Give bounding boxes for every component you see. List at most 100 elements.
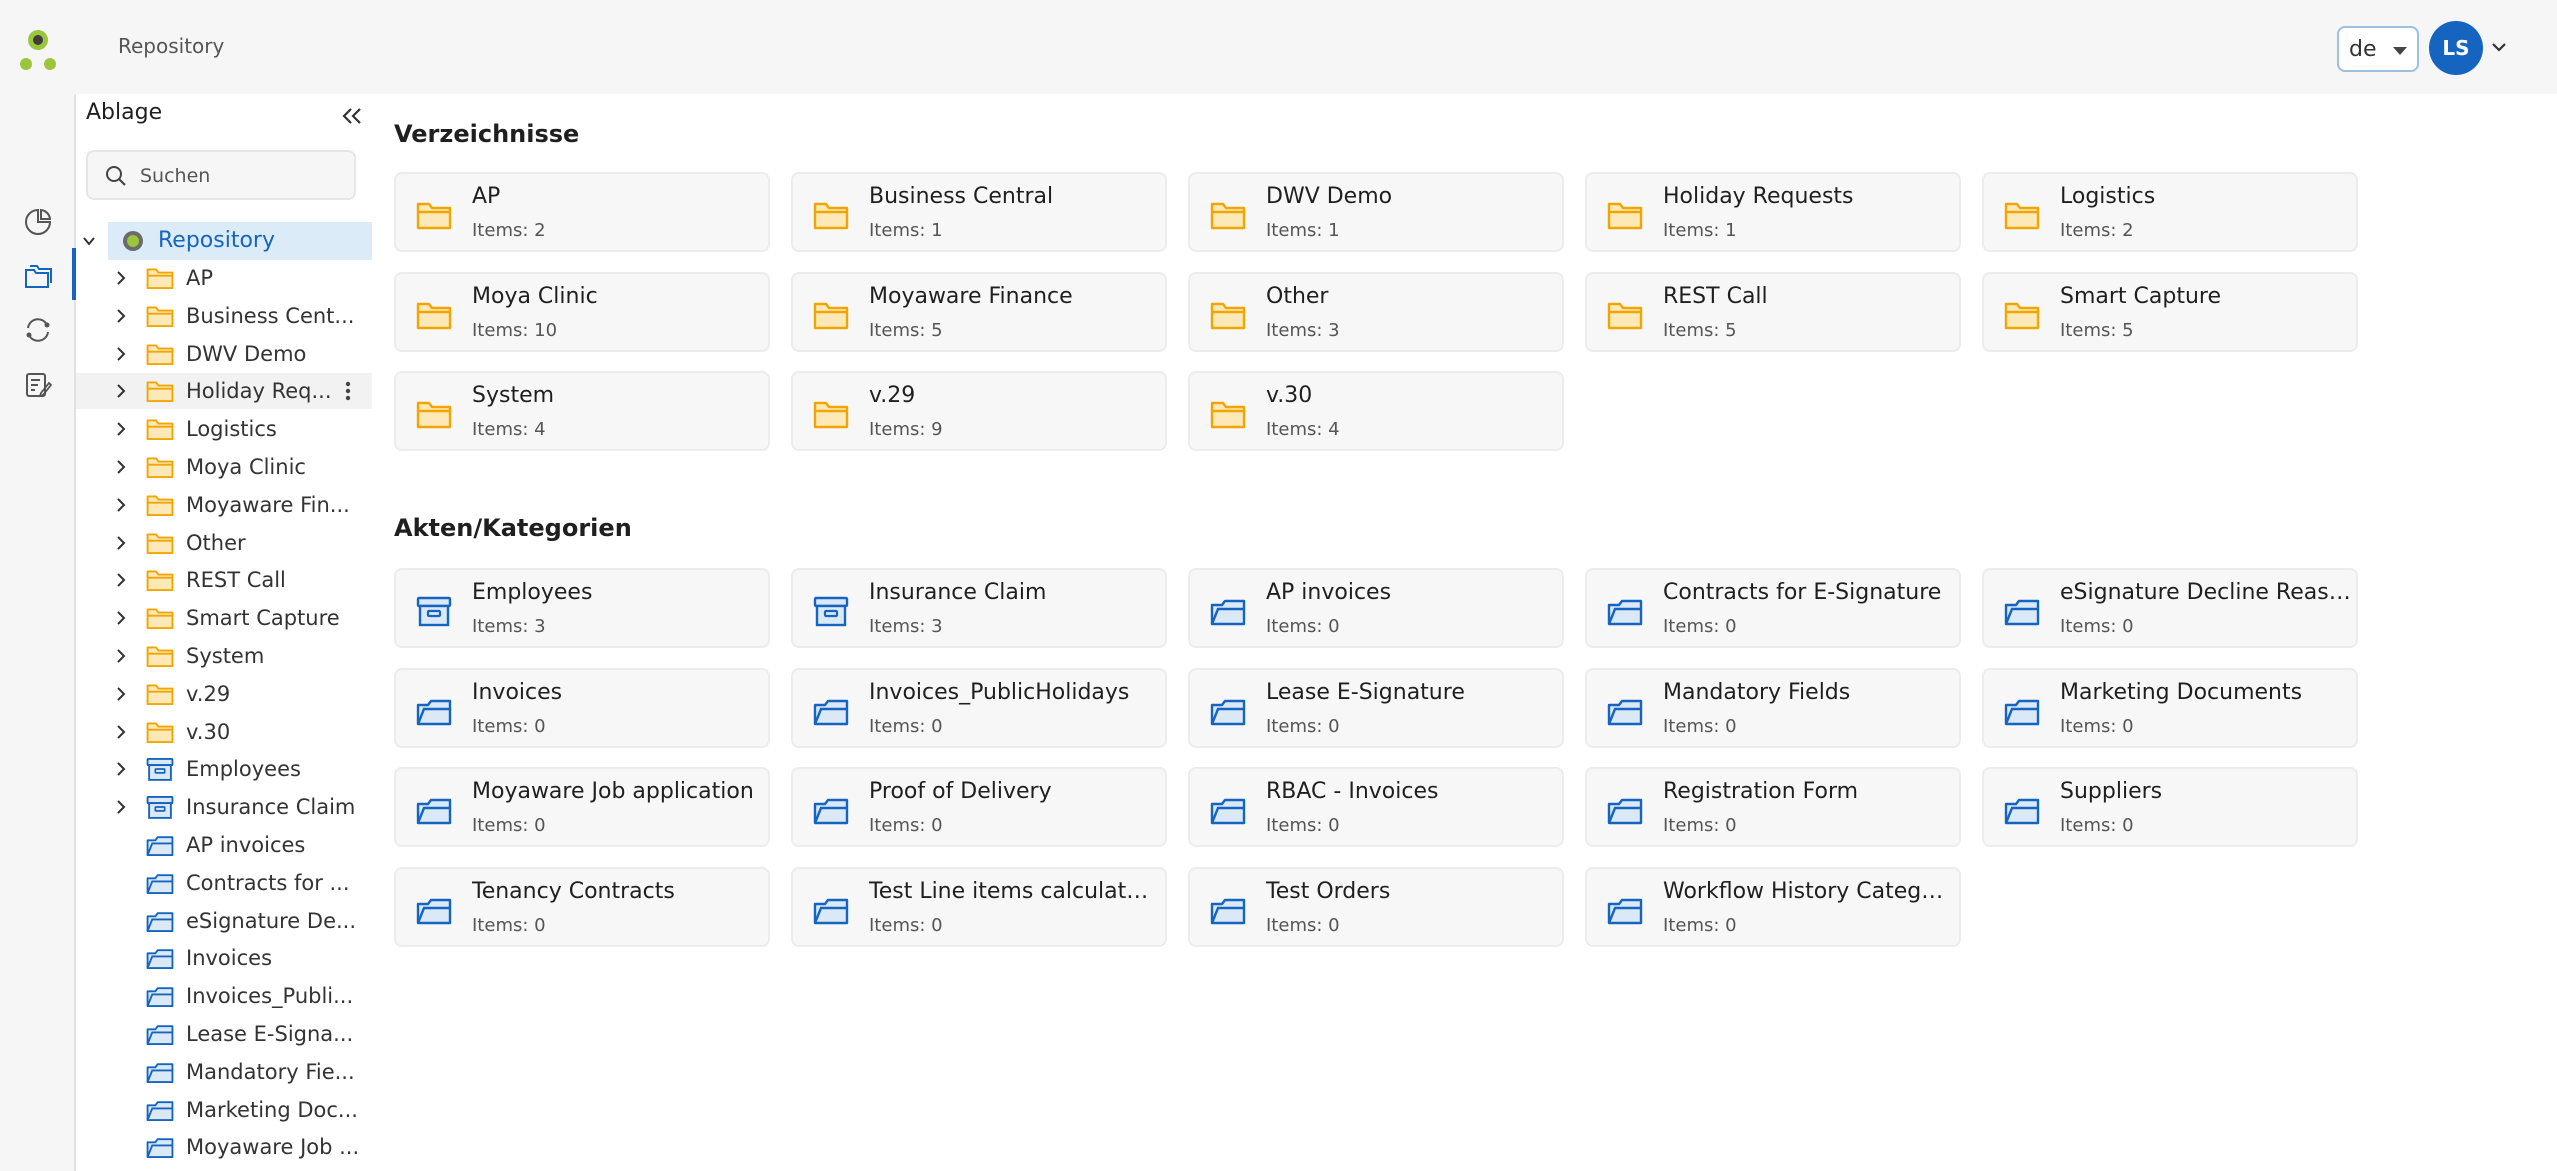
- chevron-right-icon[interactable]: [112, 571, 130, 589]
- tree-node[interactable]: Invoices_Publi...: [76, 978, 372, 1014]
- more-options-icon[interactable]: [334, 377, 362, 405]
- category-card[interactable]: Suppliers Items: 0: [1982, 767, 2358, 847]
- tree-node[interactable]: Other: [76, 525, 372, 561]
- directory-card[interactable]: Other Items: 3: [1188, 271, 1564, 352]
- tree-node-label: Mandatory Fie...: [186, 1059, 355, 1084]
- app-logo[interactable]: [16, 26, 60, 74]
- tree-node[interactable]: Smart Capture: [76, 600, 372, 636]
- tree-node[interactable]: Moyaware Fin...: [76, 487, 372, 523]
- chevron-right-icon[interactable]: [112, 534, 130, 552]
- category-card[interactable]: Marketing Documents Items: 0: [1982, 667, 2358, 748]
- category-card[interactable]: Workflow History Category Items: 0: [1585, 866, 1961, 947]
- chevron-right-icon[interactable]: [112, 609, 130, 627]
- chevron-right-icon[interactable]: [112, 723, 130, 741]
- tree-node[interactable]: System: [76, 638, 372, 674]
- category-card[interactable]: AP invoices Items: 0: [1188, 568, 1564, 648]
- categories-title: Akten/Kategorien: [394, 514, 632, 542]
- card-name: Moya Clinic: [472, 283, 598, 309]
- directory-card[interactable]: DWV Demo Items: 1: [1188, 172, 1564, 252]
- card-item-count: Items: 0: [472, 815, 546, 836]
- user-avatar[interactable]: LS: [2429, 21, 2483, 75]
- tree-node[interactable]: Contracts for ...: [76, 865, 372, 901]
- directory-card[interactable]: Smart Capture Items: 5: [1982, 271, 2358, 352]
- directory-card[interactable]: v.30 Items: 4: [1188, 371, 1564, 451]
- tree-node[interactable]: Logistics: [76, 411, 372, 447]
- tree-node[interactable]: Holiday Req...: [76, 373, 372, 410]
- collapse-panel-icon[interactable]: [338, 102, 366, 130]
- chevron-right-icon[interactable]: [112, 647, 130, 665]
- category-card[interactable]: Insurance Claim Items: 3: [791, 568, 1167, 648]
- chevron-right-icon[interactable]: [112, 345, 130, 363]
- card-item-count: Items: 5: [869, 319, 943, 341]
- tree-node[interactable]: Lease E-Signa...: [76, 1016, 372, 1052]
- language-select[interactable]: de: [2337, 26, 2419, 72]
- category-card[interactable]: Contracts for E-Signature Items: 0: [1585, 568, 1961, 648]
- rail-sync[interactable]: [18, 310, 58, 350]
- tree-node[interactable]: v.29: [76, 676, 372, 712]
- rail-dashboard[interactable]: [18, 202, 58, 242]
- tree-node[interactable]: Insurance Claim: [76, 789, 372, 825]
- card-item-count: Items: 10: [472, 319, 558, 341]
- rail-repository[interactable]: [18, 256, 58, 296]
- directory-card[interactable]: AP Items: 2: [394, 172, 770, 252]
- category-card[interactable]: Registration Form Items: 0: [1585, 767, 1961, 847]
- tree-root-repository[interactable]: Repository: [108, 222, 372, 260]
- tree-search[interactable]: [86, 150, 356, 200]
- directory-card[interactable]: Business Central Items: 1: [791, 172, 1167, 252]
- category-card[interactable]: Mandatory Fields Items: 0: [1585, 667, 1961, 748]
- tree-node[interactable]: Business Cent...: [76, 298, 372, 334]
- category-card[interactable]: Lease E-Signature Items: 0: [1188, 667, 1564, 748]
- category-card[interactable]: eSignature Decline Reason... Items: 0: [1982, 568, 2358, 648]
- chevron-right-icon[interactable]: [112, 760, 130, 778]
- tree-node[interactable]: REST Call: [76, 562, 372, 598]
- folder-icon: [2004, 202, 2040, 230]
- search-input[interactable]: [140, 162, 340, 190]
- tree-node[interactable]: v.30: [76, 714, 372, 750]
- category-card[interactable]: Test Line items calculated ... Items: 0: [791, 866, 1167, 947]
- chevron-right-icon[interactable]: [112, 458, 130, 476]
- chevron-right-icon[interactable]: [112, 382, 130, 400]
- directory-card[interactable]: Moya Clinic Items: 10: [394, 271, 770, 352]
- tree-node-label: Employees: [186, 757, 301, 782]
- chevron-right-icon[interactable]: [112, 420, 130, 438]
- directory-card[interactable]: System Items: 4: [394, 371, 770, 451]
- category-card[interactable]: RBAC - Invoices Items: 0: [1188, 767, 1564, 847]
- category-folder-icon: [813, 798, 849, 825]
- tasks-icon: [26, 373, 53, 398]
- directory-card[interactable]: Holiday Requests Items: 1: [1585, 172, 1961, 252]
- category-card[interactable]: Invoices Items: 0: [394, 667, 770, 748]
- rail-tasks[interactable]: [18, 364, 58, 404]
- tree-node[interactable]: Mandatory Fie...: [76, 1054, 372, 1090]
- chevron-right-icon[interactable]: [112, 798, 130, 816]
- chevron-right-icon[interactable]: [112, 685, 130, 703]
- chevron-down-icon[interactable]: [80, 232, 98, 250]
- category-card[interactable]: Moyaware Job application Items: 0: [394, 767, 770, 847]
- directory-card[interactable]: Logistics Items: 2: [1982, 172, 2358, 252]
- folder-icon: [146, 722, 174, 743]
- tree-node-label: System: [186, 644, 265, 668]
- directory-card[interactable]: Moyaware Finance Items: 5: [791, 271, 1167, 352]
- category-card[interactable]: Proof of Delivery Items: 0: [791, 767, 1167, 847]
- chevron-down-icon[interactable]: [2490, 38, 2508, 56]
- category-card[interactable]: Employees Items: 3: [394, 568, 770, 648]
- chevron-right-icon[interactable]: [112, 496, 130, 514]
- category-card[interactable]: Invoices_PublicHolidays Items: 0: [791, 667, 1167, 748]
- tree-node[interactable]: Employees: [76, 751, 372, 787]
- tree-node[interactable]: Invoices: [76, 940, 372, 976]
- tree-node[interactable]: Moyaware Job ...: [76, 1129, 372, 1165]
- tree-node-label: v.29: [186, 681, 231, 706]
- tree-node[interactable]: eSignature De...: [76, 903, 372, 939]
- category-card[interactable]: Test Orders Items: 0: [1188, 866, 1564, 947]
- chevron-right-icon[interactable]: [112, 269, 130, 287]
- directory-card[interactable]: v.29 Items: 9: [791, 371, 1167, 451]
- tree-node[interactable]: AP: [76, 260, 372, 296]
- category-folder-icon: [1607, 599, 1643, 626]
- directory-card[interactable]: REST Call Items: 5: [1585, 271, 1961, 352]
- category-card[interactable]: Tenancy Contracts Items: 0: [394, 866, 770, 947]
- tree-node[interactable]: DWV Demo: [76, 336, 372, 372]
- tree-node[interactable]: AP invoices: [76, 827, 372, 863]
- tree-node[interactable]: Marketing Doc...: [76, 1092, 372, 1128]
- category-folder-icon: [2004, 798, 2040, 825]
- tree-node[interactable]: Moya Clinic: [76, 449, 372, 485]
- chevron-right-icon[interactable]: [112, 307, 130, 325]
